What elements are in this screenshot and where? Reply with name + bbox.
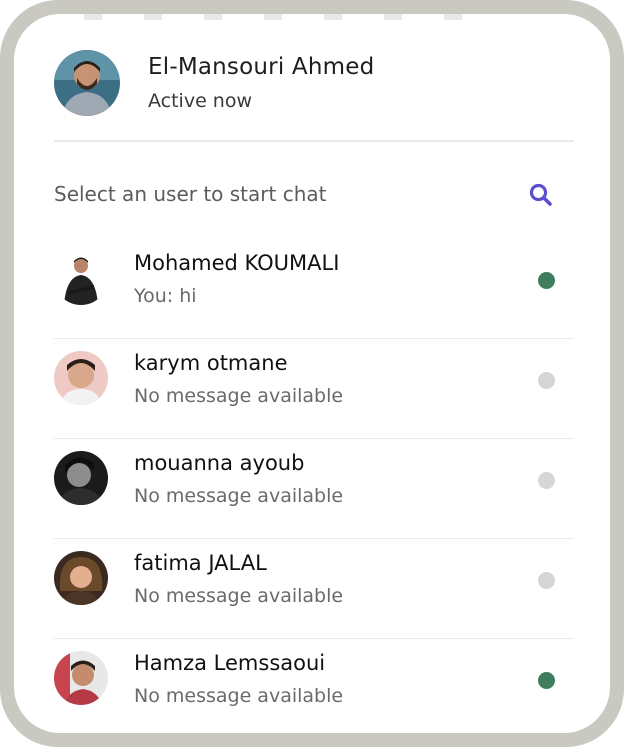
device-frame: El-Mansouri Ahmed Active now Select an u… xyxy=(0,0,624,747)
user-name: fatima JALAL xyxy=(134,551,267,575)
online-status-dot xyxy=(538,672,555,689)
avatar xyxy=(54,651,108,705)
avatar[interactable] xyxy=(54,50,120,116)
search-row: Select an user to start chat xyxy=(54,178,574,214)
last-message: No message available xyxy=(134,385,344,407)
clipped-content-edge xyxy=(84,14,504,20)
last-message: No message available xyxy=(134,485,344,507)
online-status-dot xyxy=(538,272,555,289)
header-divider xyxy=(54,140,574,142)
current-user-header: El-Mansouri Ahmed Active now xyxy=(54,50,574,116)
scroll-fade xyxy=(14,703,610,733)
user-name: Hamza Lemssaoui xyxy=(134,651,326,675)
user-list-item[interactable]: mouanna ayoub No message available xyxy=(54,439,574,539)
current-user-status: Active now xyxy=(148,90,253,112)
user-list-item[interactable]: fatima JALAL No message available xyxy=(54,539,574,639)
avatar xyxy=(54,451,108,505)
user-name: mouanna ayoub xyxy=(134,451,305,475)
last-message: You: hi xyxy=(134,285,197,307)
offline-status-dot xyxy=(538,472,555,489)
user-name: Mohamed KOUMALI xyxy=(134,251,340,275)
user-list-item[interactable]: Mohamed KOUMALI You: hi xyxy=(54,239,574,339)
search-icon[interactable] xyxy=(526,180,556,210)
search-prompt: Select an user to start chat xyxy=(54,182,327,206)
current-user-name: El-Mansouri Ahmed xyxy=(148,54,375,80)
avatar xyxy=(54,551,108,605)
offline-status-dot xyxy=(538,372,555,389)
last-message: No message available xyxy=(134,585,344,607)
user-name: karym otmane xyxy=(134,351,288,375)
offline-status-dot xyxy=(538,572,555,589)
chat-panel: El-Mansouri Ahmed Active now Select an u… xyxy=(14,14,610,733)
avatar xyxy=(54,251,108,305)
user-list-item[interactable]: karym otmane No message available xyxy=(54,339,574,439)
avatar xyxy=(54,351,108,405)
